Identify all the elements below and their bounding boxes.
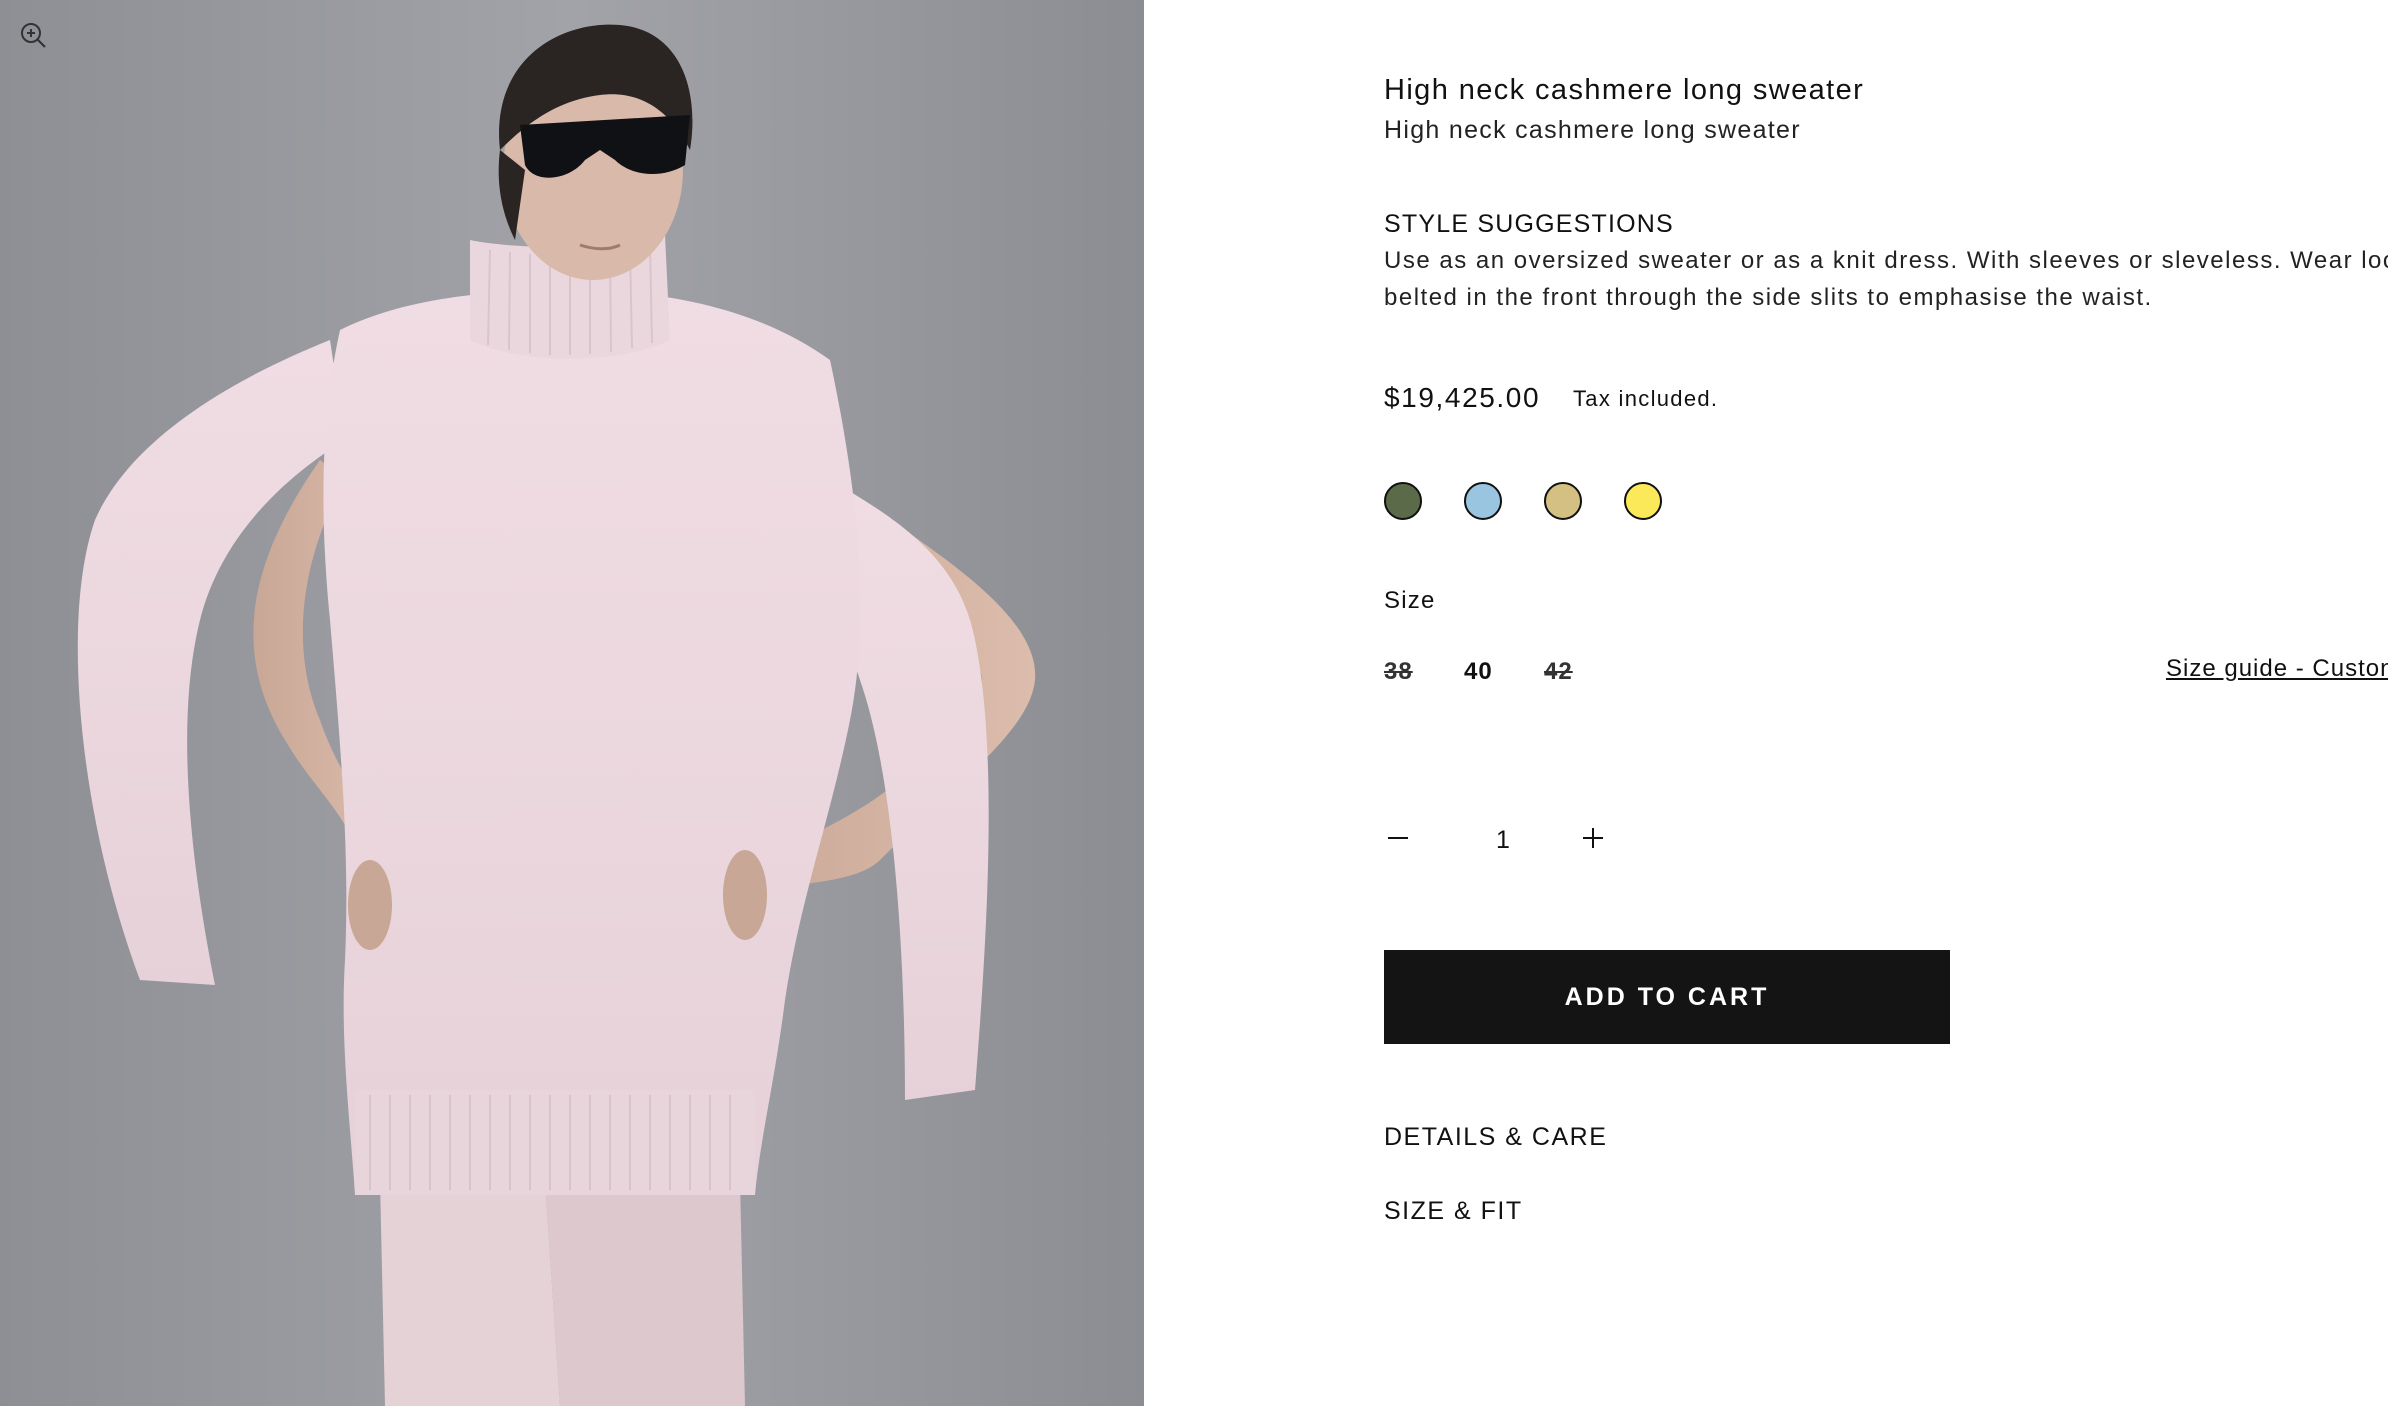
- size-guide-link[interactable]: Size guide - Custon: [2166, 655, 2388, 683]
- add-to-cart-button[interactable]: ADD TO CART: [1384, 950, 1950, 1044]
- color-swatch-olive[interactable]: [1384, 482, 1422, 520]
- minus-icon[interactable]: [1384, 824, 1412, 852]
- details-care-accordion[interactable]: DETAILS & CARE: [1384, 1123, 1607, 1152]
- style-suggestions-text: Use as an oversized sweater or as a knit…: [1384, 247, 2388, 274]
- size-option-42[interactable]: 42: [1544, 658, 1573, 686]
- quantity-value[interactable]: 1: [1488, 826, 1518, 855]
- color-swatch-light-blue[interactable]: [1464, 482, 1502, 520]
- size-label: Size: [1384, 587, 1436, 614]
- style-suggestions-text: belted in the front through the side sli…: [1384, 284, 2153, 311]
- tax-note: Tax included.: [1573, 386, 1719, 411]
- size-option-38[interactable]: 38: [1384, 658, 1413, 686]
- size-option-40[interactable]: 40: [1464, 658, 1493, 686]
- product-info: High neck cashmere long sweater High nec…: [1384, 0, 2388, 1406]
- product-subtitle: High neck cashmere long sweater: [1384, 116, 1801, 144]
- product-price: $19,425.00: [1384, 382, 1541, 413]
- zoom-button[interactable]: [18, 20, 48, 50]
- color-swatch-yellow[interactable]: [1624, 482, 1662, 520]
- color-swatch-sand[interactable]: [1544, 482, 1582, 520]
- product-image: [0, 0, 1144, 1406]
- product-page: High neck cashmere long sweater High nec…: [0, 0, 2388, 1406]
- size-fit-accordion[interactable]: SIZE & FIT: [1384, 1197, 1523, 1226]
- zoom-in-icon: [21, 23, 46, 48]
- product-gallery[interactable]: [0, 0, 1144, 1406]
- style-suggestions-heading: STYLE SUGGESTIONS: [1384, 210, 1674, 238]
- product-title: High neck cashmere long sweater: [1384, 74, 1865, 106]
- plus-icon[interactable]: [1579, 824, 1607, 852]
